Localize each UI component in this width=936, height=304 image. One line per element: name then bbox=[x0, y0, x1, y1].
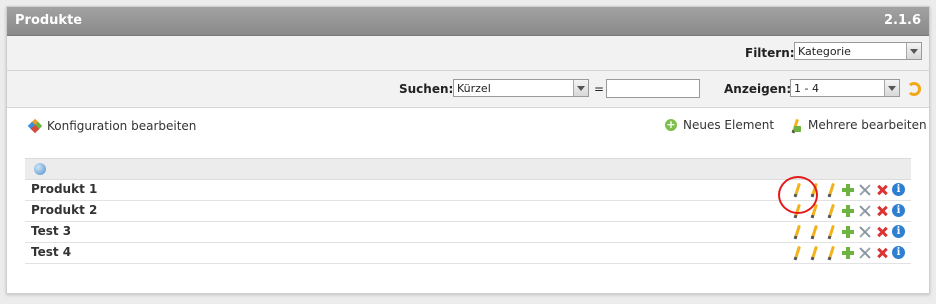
table-row[interactable]: Test 3 i bbox=[25, 222, 911, 243]
filter-select-value: Kategorie bbox=[798, 45, 851, 58]
version-label: 2.1.6 bbox=[883, 13, 921, 28]
configuration-icon bbox=[27, 118, 43, 134]
tools-icon[interactable] bbox=[858, 204, 872, 218]
chevron-down-icon[interactable] bbox=[906, 43, 921, 59]
tools-icon[interactable] bbox=[858, 225, 872, 239]
add-icon[interactable] bbox=[841, 204, 855, 218]
info-icon[interactable]: i bbox=[892, 246, 905, 259]
row-name[interactable]: Produkt 2 bbox=[31, 203, 97, 217]
table-row[interactable]: Produkt 2 i bbox=[25, 201, 911, 222]
search-input[interactable] bbox=[606, 79, 700, 98]
multi-edit-icon bbox=[788, 119, 802, 132]
row-actions: i bbox=[790, 246, 905, 260]
pencil-icon[interactable] bbox=[824, 225, 838, 239]
pencil-icon[interactable] bbox=[790, 225, 804, 239]
chevron-down-icon[interactable] bbox=[573, 80, 588, 96]
row-actions: i bbox=[790, 225, 905, 239]
search-bar: Suchen: Kürzel = Anzeigen: 1 - 4 bbox=[7, 71, 929, 108]
pencil-icon[interactable] bbox=[824, 246, 838, 260]
pencil-icon[interactable] bbox=[790, 246, 804, 260]
add-icon[interactable] bbox=[841, 246, 855, 260]
pencil-icon[interactable] bbox=[807, 225, 821, 239]
plus-circle-icon: + bbox=[665, 118, 677, 131]
new-element-label: Neues Element bbox=[683, 118, 775, 132]
info-icon[interactable]: i bbox=[892, 204, 905, 217]
equals-sign: = bbox=[594, 82, 605, 96]
add-icon[interactable] bbox=[841, 225, 855, 239]
chevron-down-icon[interactable] bbox=[884, 80, 899, 96]
products-table: Produkt 1 i Produkt 2 i Test 3 i Test 4 i bbox=[25, 158, 911, 264]
globe-icon bbox=[34, 163, 46, 175]
pencil-icon[interactable] bbox=[824, 183, 838, 197]
delete-icon[interactable] bbox=[875, 204, 889, 218]
highlight-circle bbox=[778, 176, 818, 214]
edit-configuration-label: Konfiguration bearbeiten bbox=[47, 119, 197, 133]
show-range-value: 1 - 4 bbox=[794, 82, 819, 95]
show-label: Anzeigen: bbox=[724, 82, 792, 96]
new-element-link[interactable]: + Neues Element bbox=[665, 118, 774, 132]
search-field-select[interactable]: Kürzel bbox=[453, 79, 589, 97]
info-icon[interactable]: i bbox=[892, 225, 905, 238]
filter-label: Filtern: bbox=[745, 46, 795, 60]
add-icon[interactable] bbox=[841, 183, 855, 197]
search-label: Suchen: bbox=[399, 82, 454, 96]
table-row[interactable]: Test 4 i bbox=[25, 243, 911, 264]
bulk-edit-link[interactable]: Mehrere bearbeiten bbox=[788, 118, 927, 132]
tools-icon[interactable] bbox=[858, 183, 872, 197]
pencil-icon[interactable] bbox=[807, 246, 821, 260]
row-name[interactable]: Test 4 bbox=[31, 245, 71, 259]
tools-icon[interactable] bbox=[858, 246, 872, 260]
panel-titlebar: Produkte 2.1.6 bbox=[7, 7, 929, 36]
search-field-value: Kürzel bbox=[457, 82, 491, 95]
edit-configuration-link[interactable]: Konfiguration bearbeiten bbox=[27, 118, 197, 134]
filter-select[interactable]: Kategorie bbox=[794, 42, 922, 60]
show-range-select[interactable]: 1 - 4 bbox=[790, 79, 900, 97]
row-name[interactable]: Produkt 1 bbox=[31, 182, 97, 196]
delete-icon[interactable] bbox=[875, 225, 889, 239]
panel-title: Produkte bbox=[15, 13, 83, 28]
table-header bbox=[25, 158, 911, 180]
row-name[interactable]: Test 3 bbox=[31, 224, 71, 238]
bulk-edit-label: Mehrere bearbeiten bbox=[808, 118, 927, 132]
refresh-icon[interactable] bbox=[907, 82, 921, 96]
delete-icon[interactable] bbox=[875, 246, 889, 260]
filter-bar: Filtern: Kategorie bbox=[7, 36, 929, 71]
info-icon[interactable]: i bbox=[892, 183, 905, 196]
pencil-icon[interactable] bbox=[824, 204, 838, 218]
products-panel: Produkte 2.1.6 Filtern: Kategorie Suchen… bbox=[6, 6, 930, 294]
delete-icon[interactable] bbox=[875, 183, 889, 197]
